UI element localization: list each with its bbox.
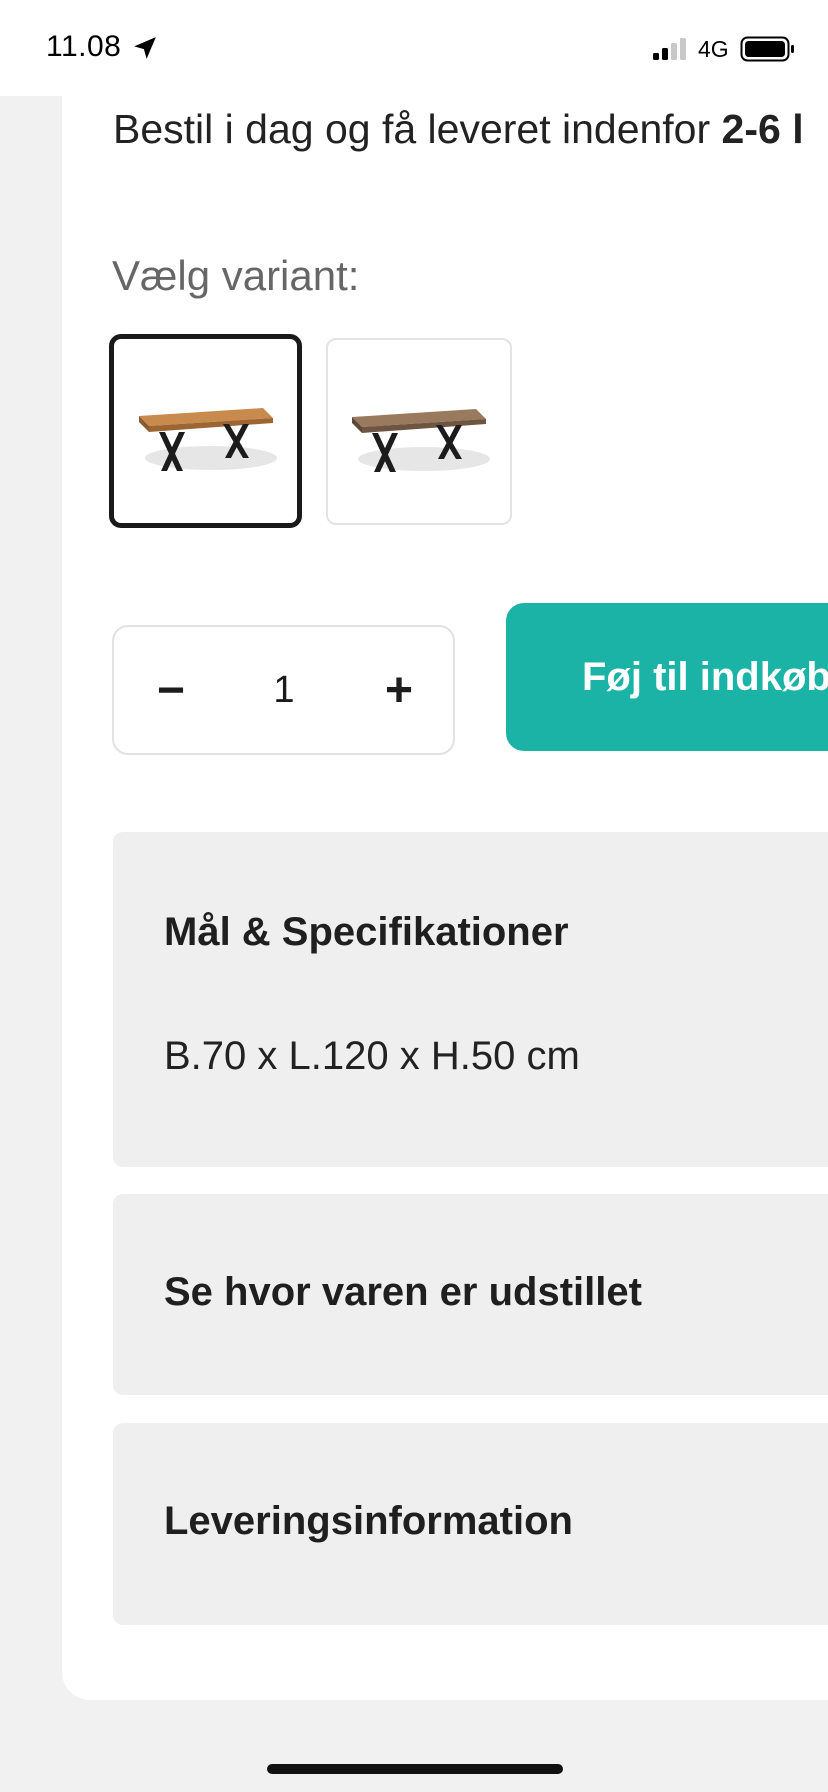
network-label: 4G	[698, 36, 729, 62]
table-image	[352, 408, 490, 472]
signal-icon	[653, 38, 686, 60]
delivery-info-title: Leveringsinformation	[164, 1499, 573, 1543]
delivery-days: 2-6 l	[721, 106, 804, 152]
specifications-panel[interactable]: Mål & Specifikationer B.70 x L.120 x H.5…	[113, 832, 828, 1167]
status-time: 11.08	[46, 30, 122, 63]
decrease-quantity-button[interactable]: −	[126, 627, 216, 753]
home-indicator[interactable]	[267, 1764, 563, 1774]
table-image	[138, 408, 277, 471]
showroom-panel[interactable]: Se hvor varen er udstillet	[113, 1194, 828, 1395]
battery-icon	[740, 36, 794, 62]
delivery-estimate: Bestil i dag og få leveret indenfor 2-6 …	[113, 106, 828, 153]
dimensions-text: B.70 x L.120 x H.50 cm	[164, 1034, 580, 1078]
add-to-cart-button[interactable]: Føj til indkøb	[506, 603, 828, 751]
quantity-value[interactable]: 1	[234, 627, 334, 753]
status-bar: 11.08 4G	[0, 0, 828, 96]
variant-option-light-oak[interactable]	[109, 334, 302, 528]
variant-option-dark-oak[interactable]	[326, 338, 512, 525]
increase-quantity-button[interactable]: +	[354, 627, 444, 753]
showroom-title: Se hvor varen er udstillet	[164, 1270, 642, 1314]
specifications-title: Mål & Specifikationer	[164, 910, 569, 954]
location-arrow-icon	[134, 37, 156, 59]
variant-label: Vælg variant:	[112, 252, 360, 299]
delivery-info-panel[interactable]: Leveringsinformation	[113, 1423, 828, 1625]
delivery-text: Bestil i dag og få leveret indenfor	[113, 106, 722, 152]
quantity-stepper: − 1 +	[112, 625, 455, 755]
